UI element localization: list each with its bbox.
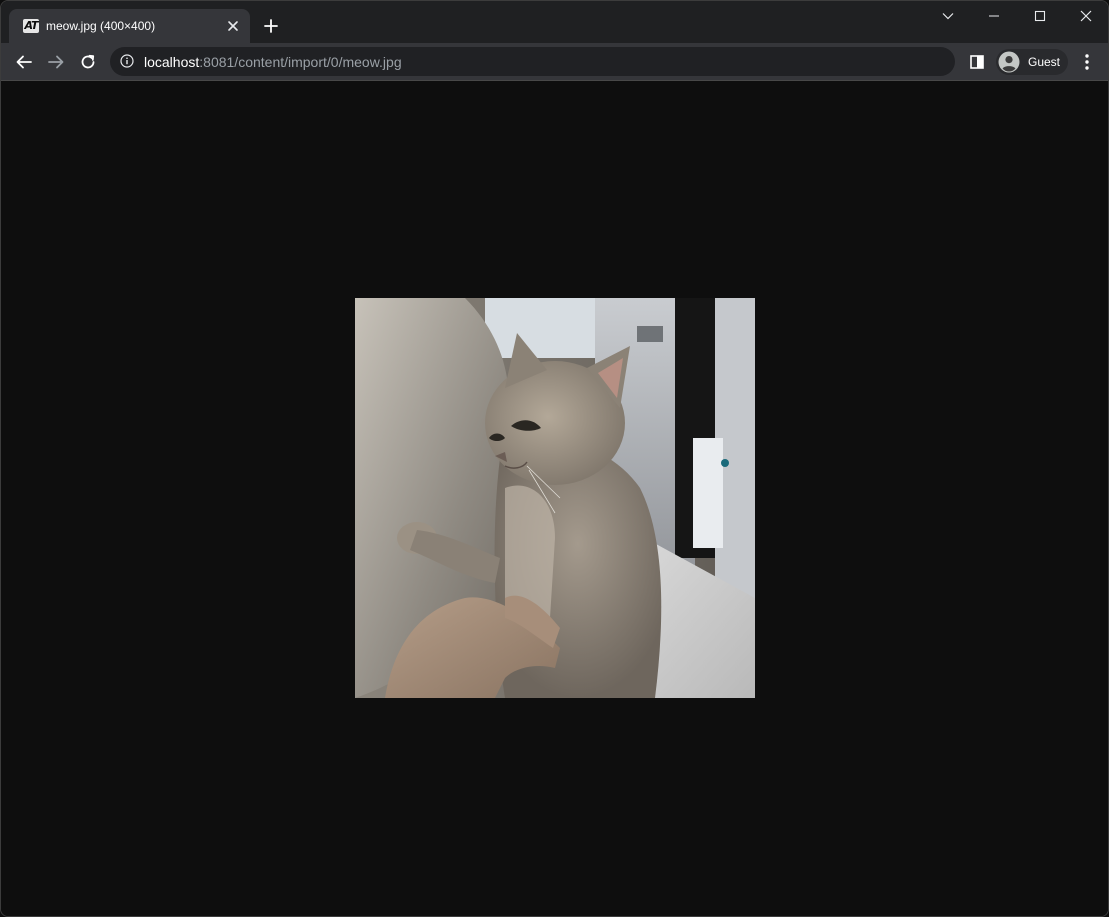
browser-window: AT meow.jpg (400×400) localhost:8081/con… [0,0,1109,917]
url-text[interactable]: localhost:8081/content/import/0/meow.jpg [144,53,402,71]
maximize-button[interactable] [1017,1,1063,31]
arrow-right-icon [48,55,64,69]
new-tab-button[interactable] [259,14,283,38]
info-icon[interactable] [120,54,134,68]
tab-active[interactable]: AT meow.jpg (400×400) [9,9,250,43]
tab-search-button[interactable] [925,1,971,31]
side-panel-icon [970,55,984,69]
minimize-button[interactable] [971,1,1017,31]
close-window-button[interactable] [1063,1,1108,31]
page-viewport [1,81,1108,916]
maximize-icon [1034,10,1046,22]
close-icon[interactable] [225,18,241,34]
cat-image[interactable] [355,298,755,698]
reload-icon [81,54,95,69]
kebab-menu-icon [1085,54,1089,70]
at-logo-icon: AT [23,19,39,33]
close-icon [1080,10,1092,22]
tab-strip: AT meow.jpg (400×400) [1,1,1108,43]
avatar-icon [998,51,1020,73]
forward-button[interactable] [42,48,70,76]
toolbar: localhost:8081/content/import/0/meow.jpg… [1,43,1108,81]
url-host: localhost [144,54,200,70]
profile-button[interactable]: Guest [996,49,1068,75]
chevron-down-icon [942,13,954,20]
back-button[interactable] [10,48,38,76]
arrow-left-icon [16,55,32,69]
url-path: :8081/content/import/0/meow.jpg [199,54,402,70]
side-panel-button[interactable] [965,50,989,74]
plus-icon [264,19,278,33]
tab-title: meow.jpg (400×400) [46,19,156,33]
kitten-photo [355,298,755,698]
minimize-icon [989,15,999,17]
reload-button[interactable] [74,48,102,76]
menu-button[interactable] [1077,50,1097,74]
profile-label: Guest [1028,55,1061,69]
address-bar[interactable]: localhost:8081/content/import/0/meow.jpg [110,47,955,76]
